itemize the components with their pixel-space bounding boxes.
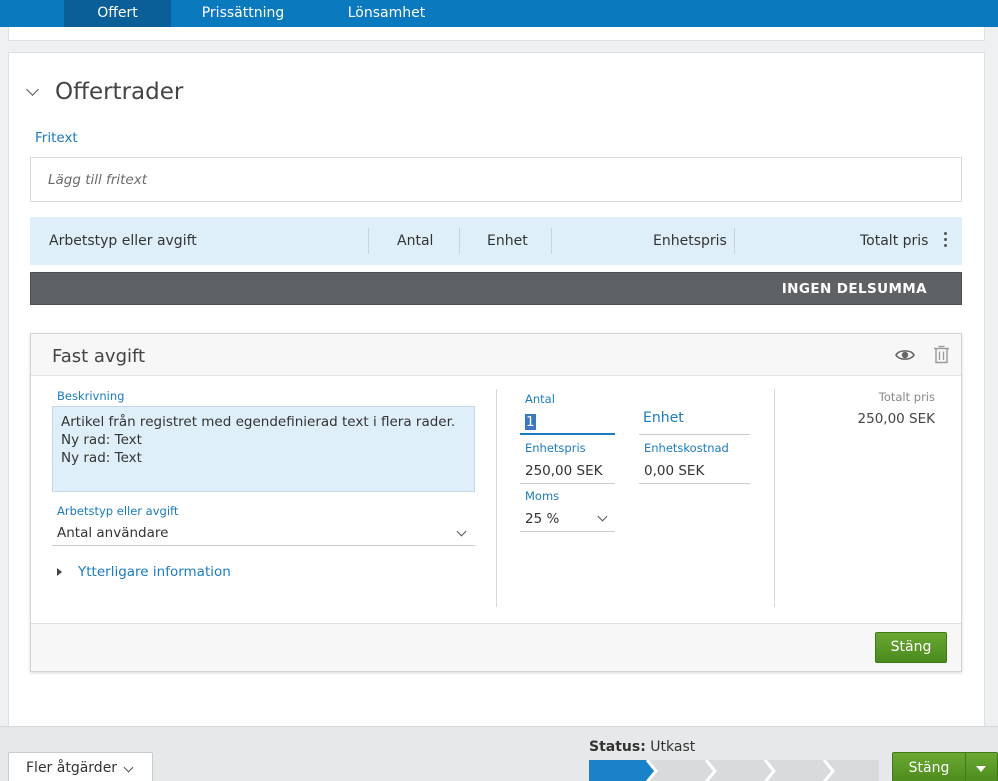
- total-value: 250,00 SEK: [857, 411, 935, 427]
- item-title: Fast avgift: [52, 346, 146, 367]
- section-title: Offertrader: [55, 79, 184, 105]
- column-header-arbetstyp: Arbetstyp eller avgift: [49, 233, 197, 249]
- item-card-header: Fast avgift: [31, 334, 961, 376]
- column-header-totalt-pris: Totalt pris: [860, 233, 929, 249]
- status-text: Status: Utkast: [589, 739, 695, 755]
- trash-icon[interactable]: [933, 345, 950, 364]
- description-label: Beskrivning: [57, 389, 125, 403]
- description-line: Ny rad: Text: [61, 432, 142, 448]
- tab-prissattning[interactable]: Prissättning: [185, 0, 301, 27]
- item-close-button[interactable]: Stäng: [875, 632, 947, 663]
- caret-down-icon[interactable]: [976, 766, 986, 772]
- enhetskostnad-label: Enhetskostnad: [644, 441, 729, 455]
- more-actions-label: Fler åtgärder: [26, 760, 118, 776]
- antal-value: 1: [525, 414, 536, 430]
- status-progress: [589, 760, 879, 781]
- enhet-underline: [639, 434, 750, 435]
- chevron-down-icon[interactable]: [26, 83, 39, 96]
- column-header-enhetspris: Enhetspris: [653, 233, 727, 249]
- enhetskostnad-value: 0,00 SEK: [644, 463, 705, 479]
- fritext-link[interactable]: Fritext: [35, 130, 78, 146]
- description-line: Ny rad: Text: [61, 450, 142, 466]
- worktype-label: Arbetstyp eller avgift: [57, 504, 179, 518]
- column-divider: [368, 228, 369, 254]
- antal-input[interactable]: 1: [520, 410, 615, 435]
- subtotal-bar[interactable]: INGEN DELSUMMA: [30, 272, 962, 305]
- column-divider: [774, 389, 775, 607]
- column-divider: [551, 228, 552, 254]
- footer-close-button[interactable]: Stäng: [892, 752, 998, 781]
- column-header-antal: Antal: [397, 233, 434, 249]
- enhet-link[interactable]: Enhet: [643, 410, 684, 426]
- chevron-down-icon: [123, 762, 134, 773]
- status-value: Utkast: [650, 739, 696, 755]
- bottom-action-bar: Fler åtgärder Status: Utkast Stäng: [0, 726, 998, 781]
- enhetspris-label: Enhetspris: [525, 441, 586, 455]
- column-divider: [496, 389, 497, 607]
- table-header: Arbetstyp eller avgift Antal Enhet Enhet…: [30, 217, 962, 265]
- kebab-menu-icon[interactable]: [941, 230, 949, 252]
- eye-icon[interactable]: [895, 346, 915, 364]
- top-tab-bar: Offert Prissättning Lönsamhet: [0, 0, 998, 27]
- description-field[interactable]: Artikel från registret med egendefiniera…: [52, 406, 475, 492]
- worktype-select[interactable]: Antal användare: [52, 522, 475, 546]
- total-label: Totalt pris: [878, 390, 935, 404]
- caret-right-icon: [57, 568, 62, 576]
- tab-lonsamhet[interactable]: Lönsamhet: [330, 0, 443, 27]
- item-card-footer: Stäng: [31, 623, 961, 671]
- fritext-input[interactable]: [30, 157, 962, 202]
- more-info-label: Ytterligare information: [78, 564, 231, 580]
- more-info-toggle[interactable]: Ytterligare information: [57, 564, 231, 580]
- item-card: Fast avgift Beskrivning Artikel från reg…: [30, 333, 962, 672]
- more-actions-button[interactable]: Fler åtgärder: [8, 752, 153, 781]
- moms-value: 25 %: [525, 511, 560, 527]
- enhetspris-input[interactable]: 250,00 SEK: [520, 459, 615, 484]
- footer-close-label: Stäng: [908, 760, 950, 776]
- moms-label: Moms: [525, 489, 560, 503]
- enhetspris-value: 250,00 SEK: [525, 463, 603, 479]
- column-divider: [734, 228, 735, 254]
- column-divider: [459, 228, 460, 254]
- tab-offert[interactable]: Offert: [64, 0, 171, 27]
- column-header-enhet: Enhet: [487, 233, 528, 249]
- worktype-value: Antal användare: [57, 525, 169, 541]
- enhetskostnad-input[interactable]: 0,00 SEK: [639, 459, 750, 484]
- antal-label: Antal: [525, 392, 555, 406]
- section-header[interactable]: Offertrader: [26, 78, 184, 106]
- description-line: Artikel från registret med egendefiniera…: [61, 414, 456, 430]
- upper-card: [8, 27, 985, 41]
- status-label: Status:: [589, 739, 646, 755]
- split-divider: [965, 753, 966, 781]
- subtotal-label: INGEN DELSUMMA: [781, 281, 927, 297]
